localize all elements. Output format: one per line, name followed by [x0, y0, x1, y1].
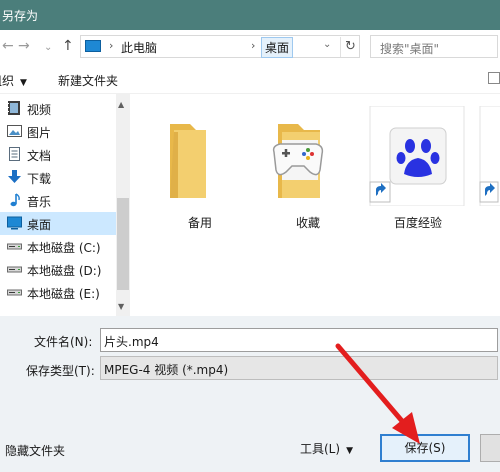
filetype-label: 保存类型(T):: [26, 364, 95, 378]
sidebar-item-desktop[interactable]: 桌面: [0, 212, 116, 235]
organize-button[interactable]: 组织 ▼: [0, 72, 27, 89]
sidebar-item-drive-d[interactable]: 本地磁盘 (D:): [0, 258, 116, 281]
filetype-value: MPEG-4 视频 (*.mp4): [104, 363, 229, 377]
drive-icon: [7, 243, 22, 250]
back-icon[interactable]: ←: [2, 39, 14, 53]
sidebar-item-label: 本地磁盘 (C:): [27, 241, 101, 255]
window-title: 另存为: [2, 9, 39, 23]
sidebar-item-pictures[interactable]: 图片: [0, 120, 116, 143]
cancel-button[interactable]: [480, 434, 500, 462]
file-item[interactable]: 百度经验: [368, 106, 468, 230]
breadcrumb-separator: ›: [251, 39, 256, 52]
folder-icon: [170, 124, 206, 198]
sidebar-item-videos[interactable]: 视频: [0, 97, 116, 120]
sidebar-scroll-thumb[interactable]: [117, 198, 129, 290]
scroll-down-icon[interactable]: ▼: [118, 302, 124, 311]
save-options-panel: 文件名(N): 片头.mp4 保存类型(T): MPEG-4 视频 (*.mp4…: [0, 316, 500, 472]
search-input[interactable]: 搜索"桌面": [370, 35, 498, 58]
filetype-select[interactable]: MPEG-4 视频 (*.mp4): [100, 356, 498, 380]
breadcrumb-this-pc[interactable]: 此电脑: [121, 39, 157, 56]
drive-icon: [7, 266, 22, 273]
video-icon: [8, 101, 20, 115]
sidebar-item-music[interactable]: 音乐: [0, 189, 116, 212]
sidebar-item-label: 视频: [27, 103, 52, 117]
documents-icon: [9, 147, 20, 161]
sidebar-item-drive-e[interactable]: 本地磁盘 (E:): [0, 281, 116, 304]
view-options-icon[interactable]: [488, 72, 500, 84]
filename-input[interactable]: 片头.mp4: [100, 328, 498, 352]
file-name: 备用: [187, 216, 212, 230]
tools-button[interactable]: 工具(L) ▼: [300, 440, 353, 457]
chevron-down-icon: ▼: [20, 78, 27, 88]
sidebar-item-label: 本地磁盘 (D:): [27, 264, 102, 278]
file-name: 百度经验: [393, 216, 442, 230]
file-name: 收藏: [295, 216, 320, 230]
forward-icon[interactable]: →: [18, 39, 30, 53]
file-list: 备用 收藏 百度经验: [130, 94, 500, 316]
scroll-up-icon[interactable]: ▲: [118, 100, 124, 109]
download-icon: [8, 170, 21, 183]
search-placeholder: 搜索"桌面": [380, 42, 440, 56]
command-toolbar: 组织 ▼ 新建文件夹: [0, 64, 500, 94]
sidebar-item-label: 图片: [27, 126, 52, 140]
filename-label: 文件名(N):: [34, 335, 93, 349]
address-dropdown-icon[interactable]: ⌄: [323, 39, 331, 50]
breadcrumb-desktop[interactable]: 桌面: [261, 37, 294, 58]
save-button[interactable]: 保存(S): [380, 434, 470, 462]
breadcrumb-separator: ›: [109, 39, 114, 52]
this-pc-icon: [85, 40, 101, 52]
organize-label: 组织: [0, 74, 15, 88]
sidebar-item-label: 下载: [27, 172, 52, 186]
title-bar: 另存为: [0, 0, 500, 30]
tools-label: 工具(L): [300, 442, 341, 456]
chevron-down-icon: ▼: [346, 446, 353, 456]
file-item[interactable]: 收藏: [258, 106, 358, 230]
sidebar-item-label: 桌面: [27, 218, 52, 232]
sidebar-item-label: 音乐: [27, 195, 52, 209]
refresh-icon[interactable]: ↻: [340, 37, 360, 57]
game-folder-icon: [272, 124, 324, 198]
new-folder-button[interactable]: 新建文件夹: [58, 72, 118, 89]
sidebar-item-documents[interactable]: 文档: [0, 143, 116, 166]
pictures-icon: [7, 125, 22, 137]
sidebar-item-downloads[interactable]: 下载: [0, 166, 116, 189]
file-item[interactable]: 备用: [150, 106, 250, 230]
drive-icon: [7, 289, 22, 296]
baidu-paw-shortcut-icon: [369, 106, 465, 206]
navigation-pane: 视频 图片 文档 下载 音乐 桌面 本地磁盘 (C:) 本地磁盘 (D:) 本地…: [0, 94, 130, 316]
partial-shortcut-icon: [479, 106, 500, 206]
sidebar-item-label: 文档: [27, 149, 52, 163]
sidebar-item-drive-c[interactable]: 本地磁盘 (C:): [0, 235, 116, 258]
sidebar-item-label: 本地磁盘 (E:): [27, 287, 100, 301]
desktop-icon: [7, 216, 22, 230]
hide-folders-toggle[interactable]: 隐藏文件夹: [5, 442, 65, 459]
address-bar[interactable]: › 此电脑 › 桌面 ⌄ ↻: [80, 35, 360, 58]
recent-locations-icon[interactable]: ⌄: [44, 41, 52, 55]
up-icon[interactable]: ↑: [62, 39, 74, 53]
filename-value: 片头.mp4: [104, 335, 159, 349]
music-icon: [10, 193, 20, 207]
